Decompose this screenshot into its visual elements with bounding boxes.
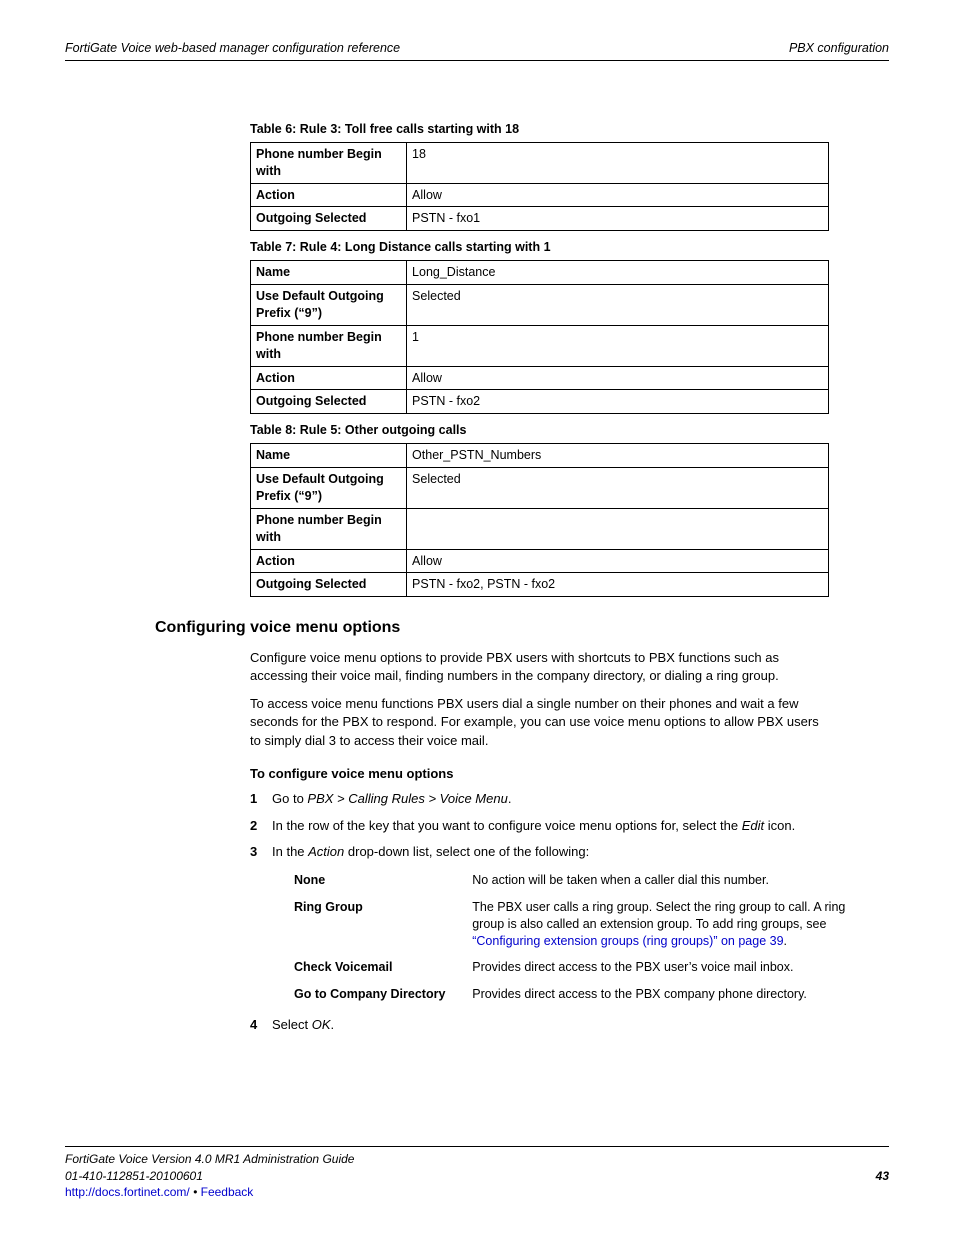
step-text: In the xyxy=(272,844,308,859)
step-text: . xyxy=(508,791,512,806)
def-row: Go to Company DirectoryProvides direct a… xyxy=(294,981,851,1008)
cell-value: Allow xyxy=(407,366,829,390)
table-row: Outgoing SelectedPSTN - fxo1 xyxy=(251,207,829,231)
def-term: Ring Group xyxy=(294,894,472,955)
paragraph: Configure voice menu options to provide … xyxy=(250,649,829,685)
step-text: icon. xyxy=(764,818,795,833)
step-1: Go to PBX > Calling Rules > Voice Menu. xyxy=(250,790,829,808)
cell-label: Phone number Begin with xyxy=(251,508,407,549)
cell-label: Outgoing Selected xyxy=(251,207,407,231)
def-row: Check VoicemailProvides direct access to… xyxy=(294,954,851,981)
table8-caption: Table 8: Rule 5: Other outgoing calls xyxy=(250,422,829,439)
cross-ref-link[interactable]: “Configuring extension groups (ring grou… xyxy=(472,934,783,948)
table6-caption: Table 6: Rule 3: Toll free calls startin… xyxy=(250,121,829,138)
page-footer: FortiGate Voice Version 4.0 MR1 Administ… xyxy=(65,1146,889,1200)
table7: NameLong_Distance Use Default Outgoing P… xyxy=(250,260,829,414)
step-2: In the row of the key that you want to c… xyxy=(250,817,829,835)
def-desc: Provides direct access to the PBX user’s… xyxy=(472,954,851,981)
table-row: Use Default Outgoing Prefix (“9”)Selecte… xyxy=(251,468,829,509)
def-desc: Provides direct access to the PBX compan… xyxy=(472,981,851,1008)
cell-value xyxy=(407,508,829,549)
def-term: Check Voicemail xyxy=(294,954,472,981)
def-desc: No action will be taken when a caller di… xyxy=(472,867,851,894)
header-right: PBX configuration xyxy=(789,40,889,57)
paragraph: To access voice menu functions PBX users… xyxy=(250,695,829,750)
cell-value: Long_Distance xyxy=(407,261,829,285)
definitions-table: NoneNo action will be taken when a calle… xyxy=(294,867,851,1008)
cell-label: Name xyxy=(251,444,407,468)
table-row: Phone number Begin with18 xyxy=(251,142,829,183)
cell-label: Action xyxy=(251,549,407,573)
header-left: FortiGate Voice web-based manager config… xyxy=(65,40,400,57)
cell-value: PSTN - fxo1 xyxy=(407,207,829,231)
cell-value: 18 xyxy=(407,142,829,183)
footer-line1: FortiGate Voice Version 4.0 MR1 Administ… xyxy=(65,1151,889,1167)
ui-term: Action xyxy=(308,844,344,859)
step-text: In the row of the key that you want to c… xyxy=(272,818,742,833)
step-4: Select OK. xyxy=(250,1016,829,1034)
ui-term: Edit xyxy=(742,818,764,833)
table-row: ActionAllow xyxy=(251,549,829,573)
table7-caption: Table 7: Rule 4: Long Distance calls sta… xyxy=(250,239,829,256)
feedback-link[interactable]: Feedback xyxy=(201,1185,254,1199)
cell-value: Allow xyxy=(407,549,829,573)
page-number: 43 xyxy=(876,1168,889,1184)
cell-label: Name xyxy=(251,261,407,285)
step-text: Go to xyxy=(272,791,307,806)
table-row: Phone number Begin with1 xyxy=(251,325,829,366)
table-row: Outgoing SelectedPSTN - fxo2, PSTN - fxo… xyxy=(251,573,829,597)
def-term: None xyxy=(294,867,472,894)
page-header: FortiGate Voice web-based manager config… xyxy=(65,40,889,61)
docs-url-link[interactable]: http://docs.fortinet.com/ xyxy=(65,1185,190,1199)
cell-label: Use Default Outgoing Prefix (“9”) xyxy=(251,285,407,326)
table-row: ActionAllow xyxy=(251,366,829,390)
ui-path: PBX > Calling Rules > Voice Menu xyxy=(307,791,507,806)
def-desc: The PBX user calls a ring group. Select … xyxy=(472,894,851,955)
def-text: . xyxy=(784,934,787,948)
section-heading: Configuring voice menu options xyxy=(155,617,829,639)
step-text: Select xyxy=(272,1017,312,1032)
footer-line2: 01-410-112851-20100601 43 xyxy=(65,1168,889,1184)
step-text: drop-down list, select one of the follow… xyxy=(344,844,589,859)
cell-label: Phone number Begin with xyxy=(251,142,407,183)
table-row: NameLong_Distance xyxy=(251,261,829,285)
def-term: Go to Company Directory xyxy=(294,981,472,1008)
table6: Phone number Begin with18 ActionAllow Ou… xyxy=(250,142,829,232)
content-area: Table 6: Rule 3: Toll free calls startin… xyxy=(250,121,829,1034)
step-text: . xyxy=(331,1017,335,1032)
table-row: Phone number Begin with xyxy=(251,508,829,549)
table-row: Use Default Outgoing Prefix (“9”)Selecte… xyxy=(251,285,829,326)
cell-value: Selected xyxy=(407,285,829,326)
cell-value: PSTN - fxo2, PSTN - fxo2 xyxy=(407,573,829,597)
cell-value: PSTN - fxo2 xyxy=(407,390,829,414)
def-row: NoneNo action will be taken when a calle… xyxy=(294,867,851,894)
cell-label: Action xyxy=(251,183,407,207)
cell-label: Outgoing Selected xyxy=(251,390,407,414)
cell-value: Selected xyxy=(407,468,829,509)
cell-label: Phone number Begin with xyxy=(251,325,407,366)
separator: • xyxy=(190,1185,201,1199)
table-row: NameOther_PSTN_Numbers xyxy=(251,444,829,468)
doc-id: 01-410-112851-20100601 xyxy=(65,1168,203,1184)
table-row: ActionAllow xyxy=(251,183,829,207)
ui-term: OK xyxy=(312,1017,331,1032)
cell-value: Other_PSTN_Numbers xyxy=(407,444,829,468)
procedure-steps: Go to PBX > Calling Rules > Voice Menu. … xyxy=(250,790,829,1034)
table-row: Outgoing SelectedPSTN - fxo2 xyxy=(251,390,829,414)
cell-label: Use Default Outgoing Prefix (“9”) xyxy=(251,468,407,509)
footer-line3: http://docs.fortinet.com/ • Feedback xyxy=(65,1184,889,1200)
table8: NameOther_PSTN_Numbers Use Default Outgo… xyxy=(250,443,829,597)
def-row: Ring GroupThe PBX user calls a ring grou… xyxy=(294,894,851,955)
cell-label: Action xyxy=(251,366,407,390)
def-text: The PBX user calls a ring group. Select … xyxy=(472,900,845,931)
cell-value: 1 xyxy=(407,325,829,366)
cell-label: Outgoing Selected xyxy=(251,573,407,597)
procedure-heading: To configure voice menu options xyxy=(250,765,829,783)
cell-value: Allow xyxy=(407,183,829,207)
step-3: In the Action drop-down list, select one… xyxy=(250,843,829,1008)
